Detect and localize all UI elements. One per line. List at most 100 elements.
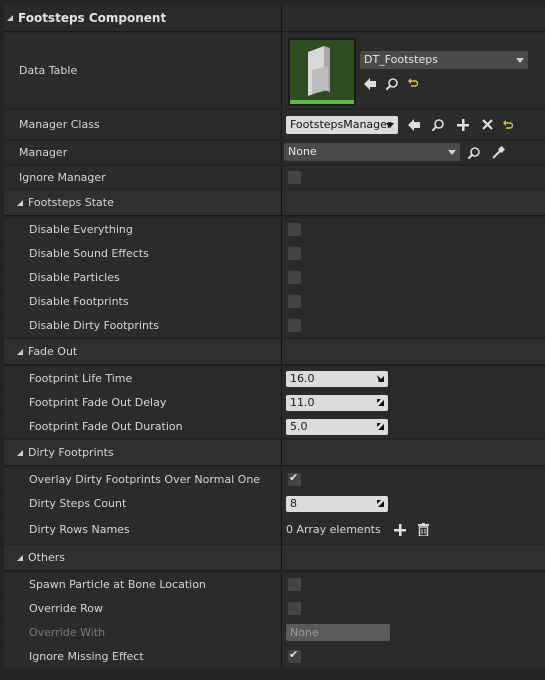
- override-with-row: Override With None: [4, 621, 545, 645]
- section-title: Dirty Footprints: [28, 446, 114, 459]
- footprint-fade-out-delay-label: Footprint Fade Out Delay: [29, 396, 167, 409]
- collapse-triangle-icon: [17, 449, 23, 456]
- manager-class-value: FootstepsManager: [282, 110, 545, 139]
- overlay-dirty-footprints-checkbox[interactable]: [288, 471, 301, 486]
- disable-footprints-row: Disable Footprints: [4, 290, 545, 314]
- footprint-life-time-input[interactable]: 16.0: [286, 371, 388, 387]
- numeric-value: 8: [290, 497, 297, 510]
- ignore-missing-effect-row: Ignore Missing Effect: [4, 645, 545, 669]
- column-divider: [281, 4, 282, 31]
- spawn-particle-row: Spawn Particle at Bone Location: [4, 573, 545, 597]
- section-dirty-footprints-label: Dirty Footprints: [16, 440, 114, 465]
- section-title: Others: [28, 551, 65, 564]
- footprint-fade-out-delay-input[interactable]: 11.0: [286, 395, 388, 411]
- browse-magnifier-icon[interactable]: [468, 147, 480, 159]
- dirty-steps-count-value: 8: [282, 492, 545, 515]
- override-row-value: [282, 597, 545, 620]
- override-row-checkbox[interactable]: [288, 602, 301, 615]
- overlay-dirty-footprints-row: Overlay Dirty Footprints Over Normal One: [4, 468, 545, 492]
- section-fade-out[interactable]: Fade Out: [4, 339, 545, 365]
- component-header[interactable]: Footsteps Component: [4, 4, 545, 32]
- column-divider: [281, 440, 282, 465]
- manager-class-label: Manager Class: [19, 118, 100, 131]
- ignore-missing-effect-checkbox[interactable]: [288, 648, 301, 663]
- overlay-dirty-footprints-value: [282, 468, 545, 491]
- section-dirty-footprints[interactable]: Dirty Footprints: [4, 440, 545, 466]
- disable-dirty-footprints-checkbox[interactable]: [288, 319, 301, 332]
- manager-actor-combo[interactable]: None: [284, 143, 460, 161]
- drag-resize-icon: [377, 423, 384, 430]
- override-with-combo: None: [286, 624, 390, 641]
- disable-dirty-footprints-label: Disable Dirty Footprints: [29, 319, 159, 332]
- disable-footprints-checkbox[interactable]: [288, 295, 301, 308]
- manager-class-row: Manager Class FootstepsManager: [4, 110, 545, 140]
- footprint-fade-out-duration-input[interactable]: 5.0: [286, 419, 388, 435]
- override-with-value: None: [282, 621, 545, 644]
- column-divider: [281, 545, 282, 570]
- disable-particles-checkbox[interactable]: [288, 271, 301, 284]
- disable-particles-label: Disable Particles: [29, 271, 120, 284]
- section-footsteps-state[interactable]: Footsteps State: [4, 190, 545, 216]
- disable-dirty-footprints-row: Disable Dirty Footprints: [4, 314, 545, 338]
- overlay-dirty-footprints-label: Overlay Dirty Footprints Over Normal One: [29, 473, 261, 486]
- manager-text: None: [288, 145, 317, 158]
- dropdown-arrow-icon: [448, 150, 456, 155]
- disable-sound-effects-checkbox[interactable]: [288, 247, 301, 260]
- dirty-steps-count-label: Dirty Steps Count: [29, 497, 127, 510]
- disable-everything-value: [282, 218, 545, 241]
- disable-footprints-label: Disable Footprints: [29, 295, 129, 308]
- dirty-rows-names-value: 0 Array elements: [282, 516, 545, 543]
- data-table-row: Data Table DT_Footsteps: [4, 33, 545, 109]
- section-footsteps-state-label: Footsteps State: [16, 190, 114, 215]
- ignore-missing-effect-value: [282, 645, 545, 668]
- ignore-missing-effect-label: Ignore Missing Effect: [29, 650, 144, 663]
- section-title: Fade Out: [28, 345, 78, 358]
- pick-actor-eyedropper-icon[interactable]: [492, 146, 505, 159]
- data-table-value: DT_Footsteps: [282, 33, 545, 108]
- disable-everything-row: Disable Everything: [4, 218, 545, 242]
- numeric-value: 5.0: [290, 420, 308, 433]
- clear-x-icon[interactable]: [482, 119, 493, 130]
- reset-to-default-icon[interactable]: [408, 78, 418, 88]
- spawn-particle-value: [282, 573, 545, 596]
- dropdown-arrow-icon: [516, 58, 524, 63]
- add-plus-icon[interactable]: [457, 119, 469, 131]
- ignore-manager-checkbox[interactable]: [288, 171, 301, 184]
- section-others[interactable]: Others: [4, 545, 545, 571]
- details-panel: Footsteps Component Data Table DT_Footst…: [0, 0, 545, 680]
- collapse-triangle-icon: [17, 348, 23, 355]
- spawn-particle-checkbox[interactable]: [288, 578, 301, 591]
- asset-type-bar: [290, 100, 354, 104]
- footprint-fade-out-duration-value: 5.0: [282, 415, 545, 438]
- use-selected-arrow-icon[interactable]: [408, 119, 420, 131]
- section-fade-out-label: Fade Out: [16, 339, 77, 364]
- dirty-rows-names-row: Dirty Rows Names 0 Array elements: [4, 516, 545, 544]
- disable-particles-value: [282, 266, 545, 289]
- spawn-particle-label: Spawn Particle at Bone Location: [29, 578, 206, 591]
- override-with-text: None: [290, 626, 319, 639]
- dirty-steps-count-input[interactable]: 8: [286, 496, 388, 512]
- column-divider: [281, 339, 282, 364]
- manager-class-combo[interactable]: FootstepsManager: [286, 116, 398, 134]
- override-with-label: Override With: [29, 626, 106, 639]
- data-table-asset-combo[interactable]: DT_Footsteps: [360, 51, 528, 69]
- disable-everything-checkbox[interactable]: [288, 223, 301, 236]
- browse-magnifier-icon[interactable]: [386, 78, 398, 90]
- use-selected-arrow-icon[interactable]: [364, 78, 376, 90]
- numeric-value: 16.0: [290, 372, 315, 385]
- collapse-triangle-icon: [17, 554, 23, 561]
- add-plus-icon[interactable]: [394, 524, 406, 536]
- column-divider: [281, 190, 282, 215]
- reset-to-default-icon[interactable]: [503, 120, 513, 130]
- trash-icon[interactable]: [418, 523, 429, 536]
- asset-thumbnail[interactable]: [288, 38, 356, 106]
- manager-value: None: [282, 141, 545, 164]
- component-header-label: Footsteps Component: [6, 4, 166, 31]
- section-others-label: Others: [16, 545, 65, 570]
- browse-magnifier-icon[interactable]: [432, 119, 444, 131]
- ignore-manager-row: Ignore Manager: [4, 166, 545, 190]
- ignore-manager-label: Ignore Manager: [19, 171, 106, 184]
- collapse-triangle-icon: [7, 14, 13, 21]
- ignore-manager-value: [282, 166, 545, 189]
- manager-label: Manager: [19, 146, 68, 159]
